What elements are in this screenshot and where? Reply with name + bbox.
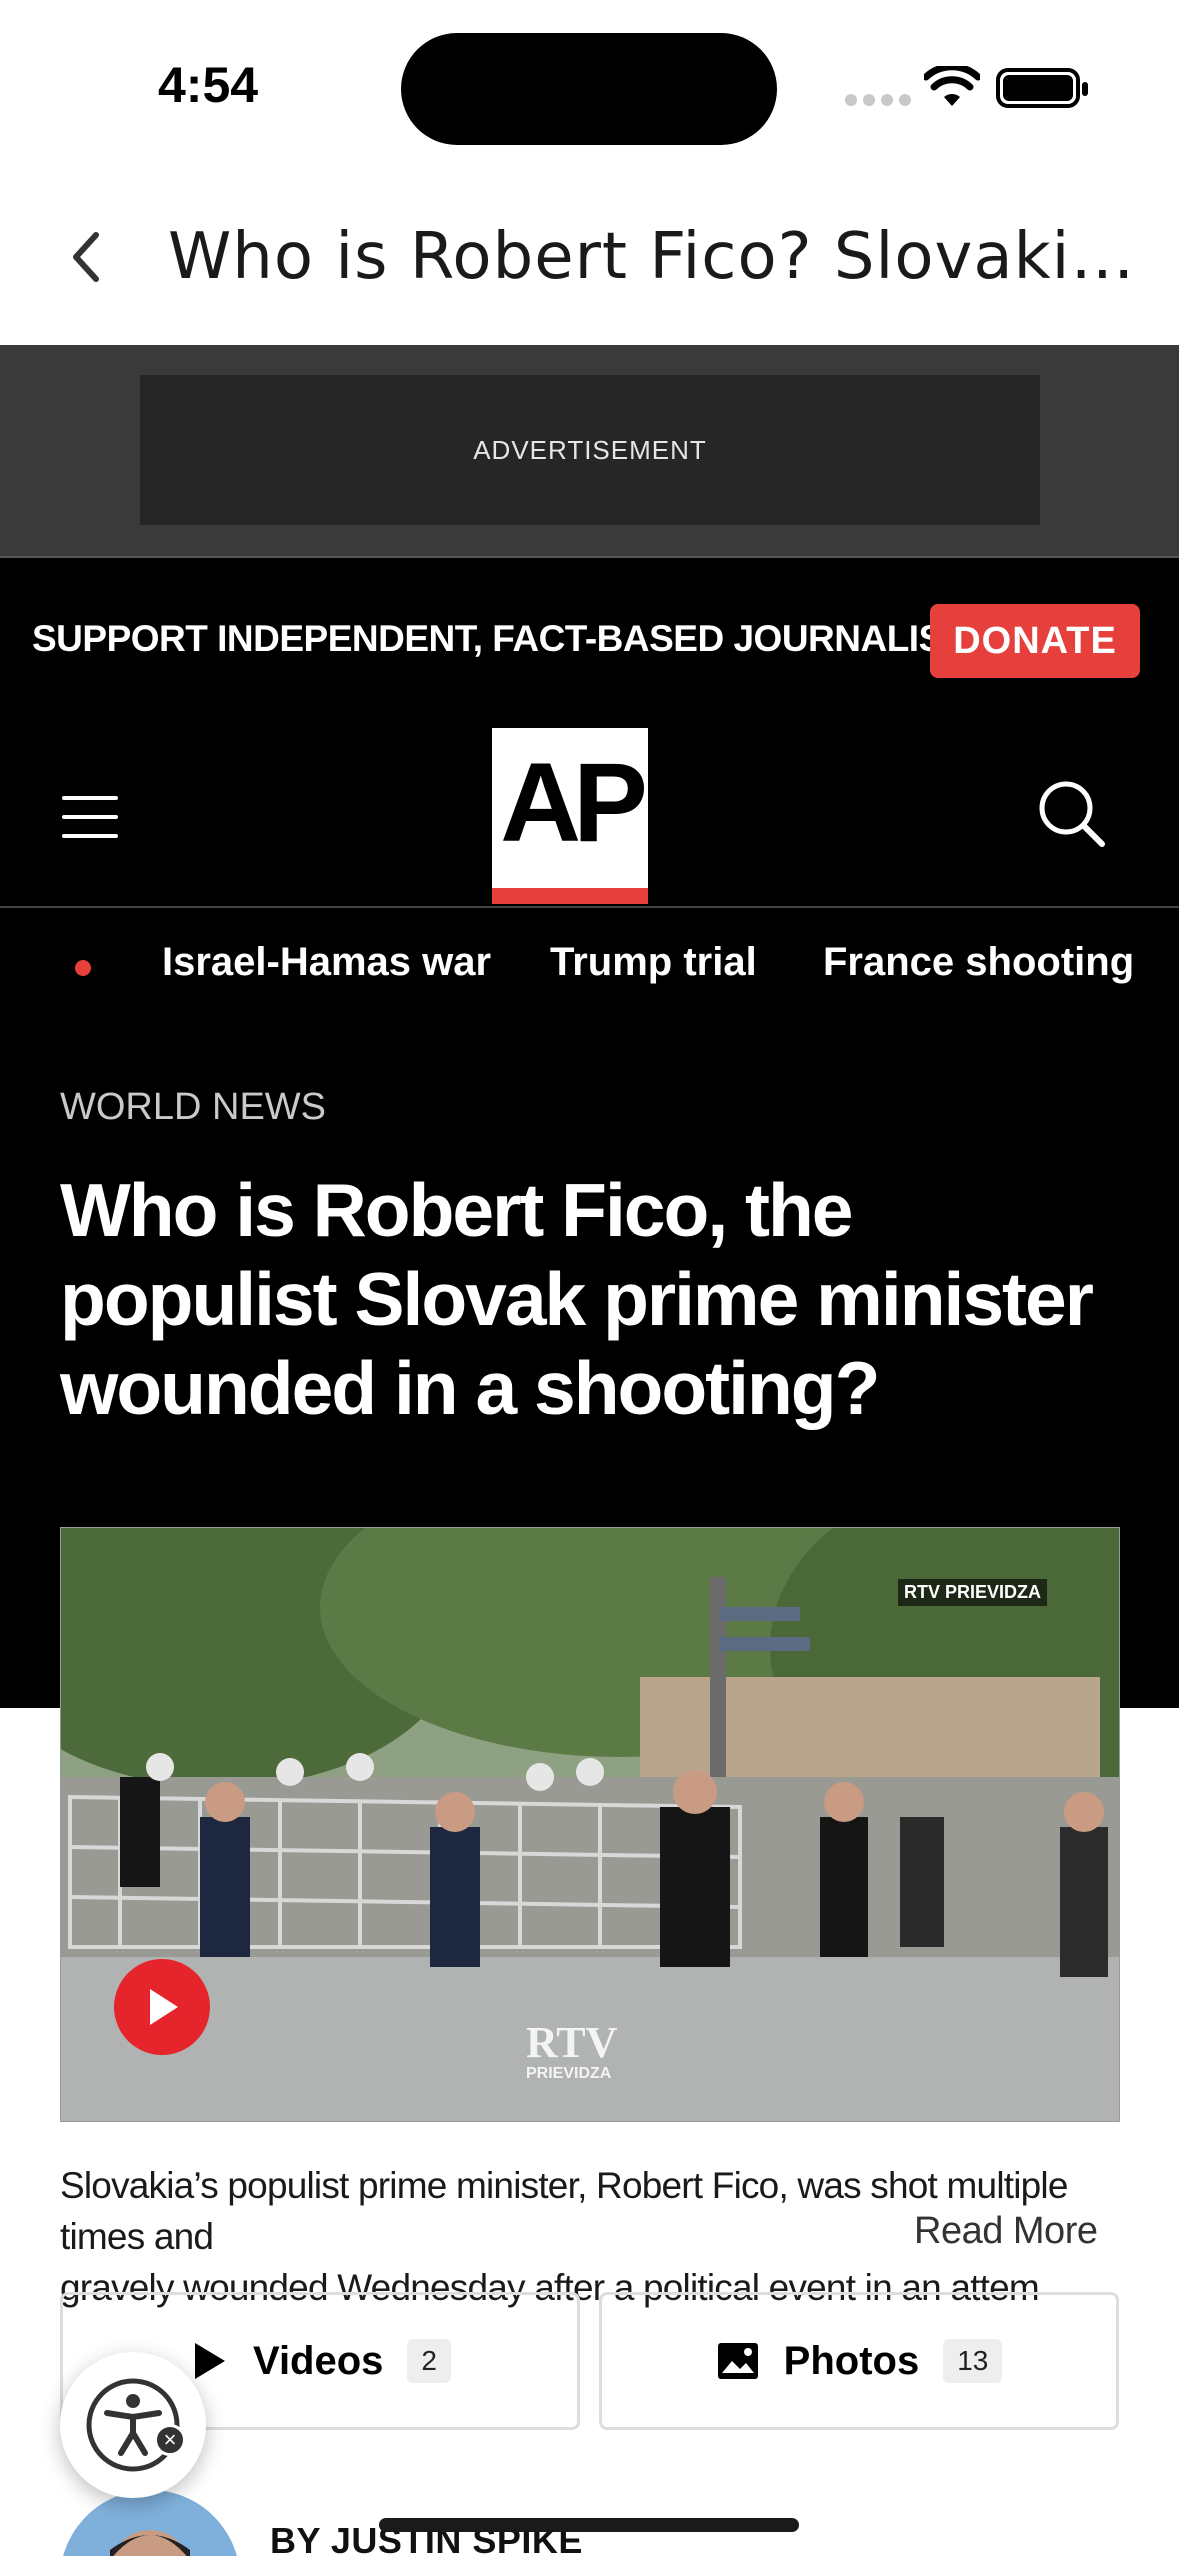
status-bar: 4:54: [0, 0, 1179, 170]
status-time: 4:54: [158, 57, 259, 113]
photos-label: Photos: [783, 2338, 920, 2383]
photos-button[interactable]: Photos 13: [599, 2292, 1119, 2430]
header-divider: [0, 906, 1179, 908]
cellular-signal-icon: [845, 94, 911, 106]
ad-container: ADVERTISEMENT: [0, 345, 1179, 558]
app-navigation-bar: Who is Robert Fico? Slovakia's…: [0, 170, 1179, 345]
page-title: Who is Robert Fico? Slovakia's…: [168, 220, 1168, 294]
advertisement-slot[interactable]: ADVERTISEMENT: [140, 375, 1040, 525]
advertisement-label: ADVERTISEMENT: [473, 434, 707, 465]
dynamic-island: [401, 33, 777, 145]
video-logo-sub: PRIEVIDZA: [526, 2065, 612, 2082]
read-more-link[interactable]: Read More: [910, 2210, 1098, 2253]
author-avatar[interactable]: [60, 2490, 240, 2556]
wifi-icon: [924, 66, 980, 106]
search-icon[interactable]: [1036, 778, 1106, 848]
topic-link-france-shooting[interactable]: France shooting: [823, 940, 1134, 985]
section-label[interactable]: WORLD NEWS: [60, 1086, 326, 1129]
ap-logo[interactable]: AP: [492, 728, 648, 904]
donate-button[interactable]: DONATE: [930, 604, 1140, 678]
back-button[interactable]: [60, 227, 110, 287]
topic-link-israel-hamas[interactable]: Israel-Hamas war: [162, 940, 491, 985]
accessibility-button[interactable]: [60, 2352, 206, 2498]
video-play-icon: [194, 2343, 225, 2379]
video-watermark: RTV PRIEVIDZA: [898, 1579, 1048, 1606]
back-chevron-icon: [73, 232, 99, 282]
menu-icon[interactable]: [62, 796, 118, 838]
video-player[interactable]: RTV PRIEVIDZA RTV PRIEVIDZA: [60, 1527, 1120, 2122]
ap-logo-text: AP: [500, 740, 648, 865]
photos-count: 13: [943, 2339, 1003, 2383]
topic-link-trump-trial[interactable]: Trump trial: [550, 940, 757, 985]
videos-count: 2: [407, 2339, 451, 2383]
video-logo: RTV: [526, 2018, 618, 2067]
videos-label: Videos: [252, 2338, 384, 2383]
close-accessibility-icon[interactable]: ×: [154, 2424, 186, 2456]
battery-icon: [996, 68, 1088, 108]
article-headline: Who is Robert Fico, the populist Slovak …: [60, 1168, 1094, 1430]
support-banner-text: SUPPORT INDEPENDENT, FACT-BASED JOURNALI…: [32, 618, 983, 659]
play-icon: [150, 1989, 178, 2025]
live-indicator-dot: [75, 960, 91, 976]
ap-logo-redbar: [492, 888, 648, 904]
author-photo: [60, 2490, 240, 2556]
photo-icon: [717, 2343, 758, 2379]
play-button[interactable]: [114, 1959, 210, 2055]
home-indicator[interactable]: [379, 2518, 799, 2532]
